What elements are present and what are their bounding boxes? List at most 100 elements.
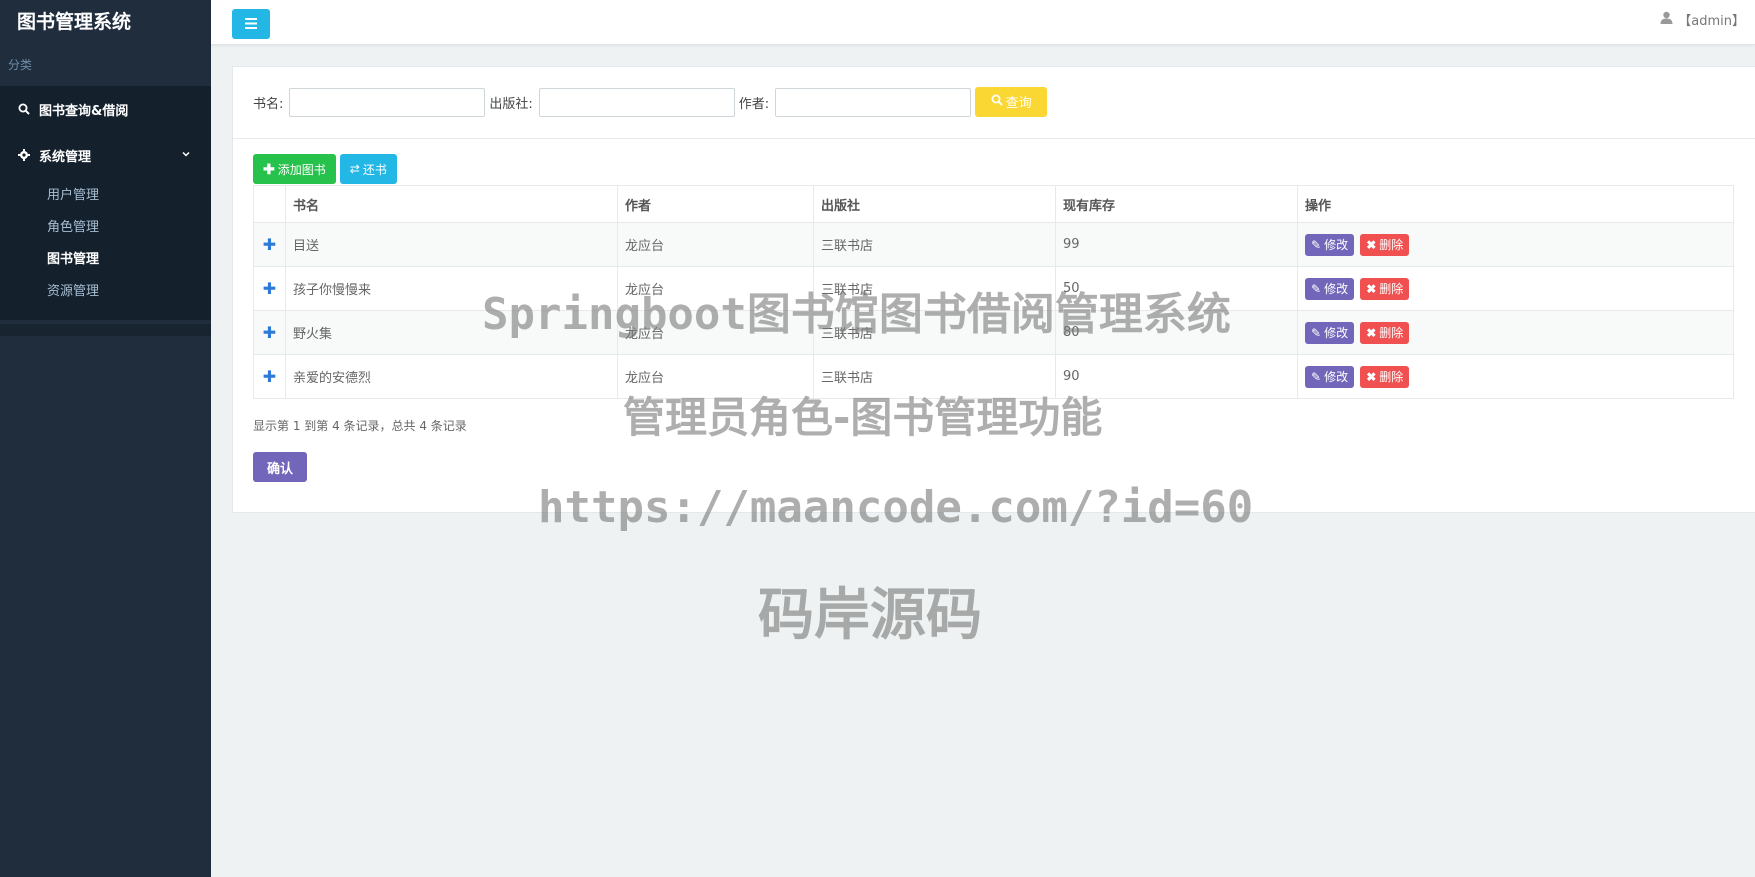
plus-icon[interactable]: ✚ [253, 310, 286, 355]
sidebar-item-system[interactable]: 系统管理 [0, 132, 211, 178]
delete-button[interactable]: ✖ 删除 [1360, 321, 1410, 344]
cell-stock: 99 [1055, 222, 1298, 267]
edit-icon: ✎ [1311, 237, 1322, 252]
cell-actions: ✎ 修改 ✖ 删除 [1297, 222, 1734, 267]
delete-label: 删除 [1379, 326, 1404, 340]
edit-button[interactable]: ✎ 修改 [1305, 365, 1355, 388]
return-book-label: 还书 [362, 162, 387, 177]
search-form: 书名: 出版社: 作者: 查询 [233, 67, 1755, 139]
pagination-info: 显示第 1 到第 4 条记录，总共 4 条记录 [253, 419, 467, 433]
brand-title: 图书管理系统 [0, 0, 211, 44]
table-row: ✚ 野火集 龙应台 三联书店 80 ✎ 修改 ✖ 删除 [253, 310, 1734, 355]
sidebar-item-users[interactable]: 用户管理 [0, 180, 211, 212]
publisher-input[interactable] [538, 88, 735, 117]
delete-button[interactable]: ✖ 删除 [1360, 233, 1410, 256]
edit-icon: ✎ [1311, 369, 1322, 384]
swap-icon: ⇄ [349, 162, 360, 176]
return-book-button[interactable]: ⇄ 还书 [339, 154, 397, 184]
sidebar-submenu: 用户管理 角色管理 图书管理 资源管理 [0, 178, 211, 320]
book-management-panel: 书名: 出版社: 作者: 查询 ✚ 添加图书 ⇄ 还书 书名 作者 出版社 现有… [232, 66, 1755, 513]
plus-icon[interactable]: ✚ [253, 266, 286, 311]
column-header-actions: 操作 [1297, 185, 1734, 223]
sidebar-item-roles[interactable]: 角色管理 [0, 212, 211, 244]
gear-icon [17, 149, 30, 162]
delete-button[interactable]: ✖ 删除 [1360, 365, 1410, 388]
cell-title: 孩子你慢慢来 [285, 266, 618, 311]
delete-label: 删除 [1379, 282, 1404, 296]
cell-publisher: 三联书店 [813, 310, 1056, 355]
column-header-stock[interactable]: 现有库存 [1055, 185, 1298, 223]
cell-publisher: 三联书店 [813, 266, 1056, 311]
cell-title: 亲爱的安德烈 [285, 354, 618, 399]
close-icon: ✖ [1366, 325, 1377, 340]
menu-icon [245, 17, 257, 32]
sidebar-divider [0, 324, 211, 336]
edit-icon: ✎ [1311, 281, 1322, 296]
edit-label: 修改 [1324, 326, 1349, 340]
sidebar-item-label: 图书查询&借阅 [39, 103, 129, 119]
delete-button[interactable]: ✖ 删除 [1360, 277, 1410, 300]
chevron-down-icon[interactable] [181, 148, 193, 160]
plus-icon[interactable]: ✚ [253, 354, 286, 399]
publisher-label: 出版社: [489, 97, 533, 112]
table-row: ✚ 孩子你慢慢来 龙应台 三联书店 50 ✎ 修改 ✖ 删除 [253, 266, 1734, 311]
edit-icon: ✎ [1311, 325, 1322, 340]
column-header-author[interactable]: 作者 [617, 185, 814, 223]
query-button[interactable]: 查询 [975, 86, 1048, 117]
plus-icon: ✚ [263, 160, 275, 177]
author-label: 作者: [738, 97, 770, 112]
add-book-button[interactable]: ✚ 添加图书 [253, 154, 336, 184]
column-header-publisher[interactable]: 出版社 [813, 185, 1056, 223]
cell-stock: 80 [1055, 310, 1298, 355]
close-icon: ✖ [1366, 237, 1377, 252]
sidebar-item-label: 系统管理 [39, 149, 92, 165]
cell-stock: 90 [1055, 354, 1298, 399]
book-name-input[interactable] [289, 88, 486, 117]
top-header: 【admin】 [211, 0, 1755, 45]
table-toolbar: ✚ 添加图书 ⇄ 还书 [233, 139, 1755, 185]
table-header-row: 书名 作者 出版社 现有库存 操作 [253, 185, 1734, 223]
edit-label: 修改 [1324, 370, 1349, 384]
edit-button[interactable]: ✎ 修改 [1305, 277, 1355, 300]
sidebar-category: 分类 [8, 58, 33, 72]
cell-actions: ✎ 修改 ✖ 删除 [1297, 310, 1734, 355]
author-input[interactable] [775, 88, 972, 117]
close-icon: ✖ [1366, 369, 1377, 384]
sidebar-item-books[interactable]: 图书管理 [0, 244, 211, 276]
sidebar-item-book-query[interactable]: 图书查询&借阅 [0, 86, 211, 132]
cell-stock: 50 [1055, 266, 1298, 311]
sidebar-menu: 图书查询&借阅 系统管理 用户管理 角色管理 图书管理 资源管理 [0, 86, 211, 320]
edit-label: 修改 [1324, 282, 1349, 296]
sidebar: 图书管理系统 分类 图书查询&借阅 系统管理 用户管理 角色管理 图书管理 资源… [0, 0, 211, 877]
cell-publisher: 三联书店 [813, 222, 1056, 267]
column-header-title[interactable]: 书名 [285, 185, 618, 223]
edit-label: 修改 [1324, 238, 1349, 252]
close-icon: ✖ [1366, 281, 1377, 296]
table-row: ✚ 亲爱的安德烈 龙应台 三联书店 90 ✎ 修改 ✖ 删除 [253, 354, 1734, 399]
table-row: ✚ 目送 龙应台 三联书店 99 ✎ 修改 ✖ 删除 [253, 222, 1734, 267]
watermark-line-4: 码岸源码 [758, 583, 982, 648]
query-button-label: 查询 [1005, 95, 1032, 110]
add-book-label: 添加图书 [277, 162, 326, 177]
search-icon [991, 94, 1003, 109]
username: 【admin】 [1678, 14, 1745, 29]
sidebar-item-resources[interactable]: 资源管理 [0, 276, 211, 308]
edit-button[interactable]: ✎ 修改 [1305, 321, 1355, 344]
cell-author: 龙应台 [617, 266, 814, 311]
books-table: 书名 作者 出版社 现有库存 操作 ✚ 目送 龙应台 三联书店 99 ✎ 修改 ✖… [253, 185, 1734, 399]
expand-column-header [253, 185, 286, 223]
plus-icon[interactable]: ✚ [253, 222, 286, 267]
book-name-label: 书名: [253, 97, 284, 112]
cell-author: 龙应台 [617, 310, 814, 355]
cell-actions: ✎ 修改 ✖ 删除 [1297, 354, 1734, 399]
delete-label: 删除 [1379, 238, 1404, 252]
user-menu[interactable]: 【admin】 [1660, 10, 1745, 29]
cell-author: 龙应台 [617, 354, 814, 399]
cell-author: 龙应台 [617, 222, 814, 267]
sidebar-toggle-button[interactable] [232, 9, 270, 39]
confirm-button[interactable]: 确认 [253, 452, 307, 482]
edit-button[interactable]: ✎ 修改 [1305, 233, 1355, 256]
cell-title: 野火集 [285, 310, 618, 355]
user-icon [1660, 11, 1673, 28]
delete-label: 删除 [1379, 370, 1404, 384]
